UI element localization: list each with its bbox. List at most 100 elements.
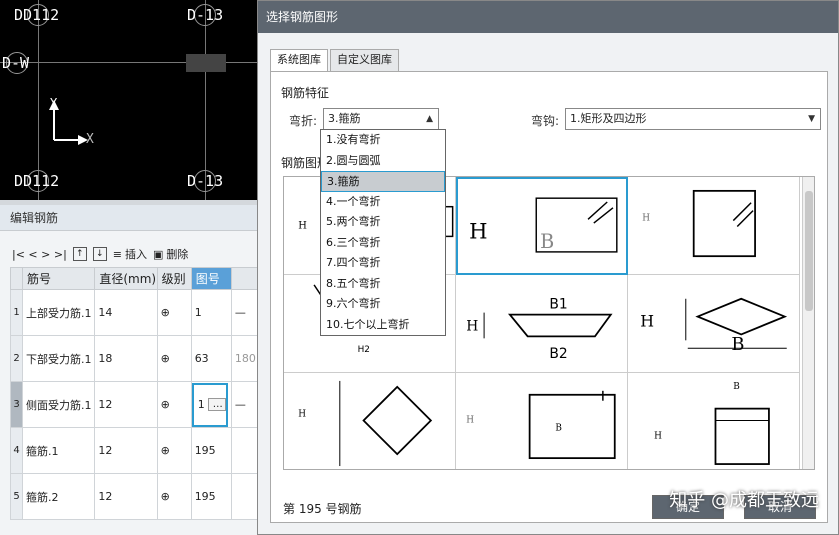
- chevron-down-icon: ▼: [808, 114, 815, 124]
- axis-label: DD112: [14, 6, 60, 24]
- figure-cell[interactable]: 195: [190, 427, 232, 474]
- select-rebar-shape-dialog: 选择钢筋图形 系统图库 自定义图库 钢筋特征 弯折: 3.箍筋 ▲ 弯钩: 1.…: [257, 0, 839, 535]
- shape-cell[interactable]: HB: [456, 373, 628, 469]
- table-row[interactable]: 2 下部受力筋.1 18 ⊕ 63 180: [9, 335, 263, 382]
- hook-label: 弯钩:: [531, 114, 560, 128]
- scroll-thumb[interactable]: [805, 191, 813, 311]
- record-nav-buttons[interactable]: |< < > >|: [12, 248, 67, 261]
- rebar-name-cell[interactable]: 上部受力筋.1: [22, 289, 96, 336]
- bend-dropdown-list[interactable]: 1.没有弯折 2.圆与圆弧 3.箍筋 4.一个弯折 5.两个弯折 6.三个弯折 …: [320, 129, 446, 336]
- rebar-name-cell[interactable]: 箍筋.2: [22, 473, 96, 520]
- column-header: 图号: [190, 267, 232, 290]
- grade-cell[interactable]: ⊕: [156, 289, 192, 336]
- insert-button[interactable]: ≡ 插入: [113, 246, 147, 262]
- dropdown-option[interactable]: 6.三个弯折: [321, 233, 445, 254]
- diameter-cell[interactable]: 18: [94, 335, 158, 382]
- axis-label: D-13: [187, 172, 224, 190]
- figure-cell[interactable]: 1: [190, 289, 232, 336]
- panel-title: 编辑钢筋: [0, 205, 261, 231]
- dropdown-option[interactable]: 5.两个弯折: [321, 212, 445, 233]
- shape-cell[interactable]: H: [284, 373, 456, 469]
- table-header-row: 筋号 直径(mm) 级别 图号: [9, 267, 263, 290]
- dropdown-option[interactable]: 7.四个弯折: [321, 253, 445, 274]
- diameter-cell[interactable]: 14: [94, 289, 158, 336]
- figure-cell[interactable]: 195: [190, 473, 232, 520]
- shape-label: B: [733, 382, 740, 392]
- table-row[interactable]: 5 箍筋.2 12 ⊕ 195: [9, 473, 263, 520]
- column-block: [186, 54, 226, 72]
- dropdown-option[interactable]: 1.没有弯折: [321, 130, 445, 151]
- table-row[interactable]: 1 上部受力筋.1 14 ⊕ 1 —: [9, 289, 263, 336]
- axis-label: D-W: [2, 54, 30, 72]
- dropdown-option[interactable]: 9.六个弯折: [321, 294, 445, 315]
- delete-button[interactable]: ▣ 删除: [153, 246, 188, 262]
- shape-label: B1: [549, 297, 567, 313]
- table-row[interactable]: 4 箍筋.1 12 ⊕ 195: [9, 427, 263, 474]
- rebar-table: 筋号 直径(mm) 级别 图号 1 上部受力筋.1 14 ⊕ 1 — 2 下部受…: [9, 267, 263, 520]
- shape-label: H2: [358, 345, 370, 355]
- insert-icon: ≡: [112, 247, 122, 261]
- grade-cell[interactable]: ⊕: [156, 335, 192, 382]
- shape-label: H: [298, 220, 307, 231]
- bend-label: 弯折:: [289, 114, 318, 128]
- dropdown-option-selected[interactable]: 3.箍筋: [321, 171, 445, 192]
- rebar-name-cell[interactable]: 侧面受力筋.1: [22, 381, 96, 428]
- rebar-name-cell[interactable]: 箍筋.1: [22, 427, 96, 474]
- tab-custom-library[interactable]: 自定义图库: [330, 49, 399, 71]
- shape-label: H: [469, 218, 487, 243]
- tab-strip: 系统图库 自定义图库: [270, 49, 401, 72]
- shape-label: H: [642, 214, 650, 224]
- edit-toolbar: |< < > >| ↑ ↓ ≡ 插入 ▣ 删除: [12, 243, 188, 265]
- status-text: 第 195 号钢筋: [283, 502, 362, 516]
- shape-label: B: [555, 423, 562, 433]
- cad-viewport[interactable]: DD112 D-13 D-W DD112 D-13 Y X: [0, 0, 257, 200]
- diameter-cell[interactable]: 12: [94, 427, 158, 474]
- column-header: 级别: [156, 267, 192, 290]
- shape-label: H: [640, 311, 654, 330]
- axis-y-label: Y: [50, 96, 58, 110]
- ellipsis-button[interactable]: …: [207, 398, 226, 411]
- shape-label: H: [466, 415, 474, 425]
- diameter-cell[interactable]: 12: [94, 473, 158, 520]
- shape-cell[interactable]: HB: [628, 275, 800, 373]
- axis-label: D-13: [187, 6, 224, 24]
- move-down-icon[interactable]: ↓: [92, 247, 107, 261]
- tab-system-library[interactable]: 系统图库: [270, 49, 328, 72]
- dropdown-option[interactable]: 2.圆与圆弧: [321, 151, 445, 172]
- shape-label: B2: [549, 346, 567, 362]
- move-up-icon[interactable]: ↑: [72, 247, 87, 261]
- shape-cell[interactable]: B1 H B2: [456, 275, 628, 373]
- figure-cell-editing[interactable]: 1…: [190, 381, 232, 428]
- bend-select[interactable]: 3.箍筋 ▲: [323, 108, 439, 130]
- diameter-cell[interactable]: 12: [94, 381, 158, 428]
- dropdown-option[interactable]: 4.一个弯折: [321, 192, 445, 213]
- feature-section-label: 钢筋特征: [281, 86, 330, 100]
- rebar-name-cell[interactable]: 下部受力筋.1: [22, 335, 96, 382]
- figure-editor[interactable]: 1…: [191, 382, 228, 427]
- axis-x-label: X: [86, 132, 94, 147]
- table-row[interactable]: 3 侧面受力筋.1 12 ⊕ 1… —: [9, 381, 263, 428]
- shape-grid-scrollbar[interactable]: [802, 177, 814, 469]
- watermark: 知乎 @成都王致远: [669, 490, 819, 511]
- grade-cell[interactable]: ⊕: [156, 473, 192, 520]
- shape-label: B: [731, 334, 744, 355]
- dropdown-option[interactable]: 10.七个以上弯折: [321, 315, 445, 336]
- delete-icon: ▣: [153, 247, 164, 261]
- axis-label: DD112: [14, 172, 60, 190]
- chevron-up-icon: ▲: [426, 114, 433, 124]
- edit-rebar-panel: 编辑钢筋 |< < > >| ↑ ↓ ≡ 插入 ▣ 删除 筋号 直径(mm) 级别 …: [0, 205, 263, 535]
- grade-cell[interactable]: ⊕: [156, 381, 192, 428]
- shape-label: H: [298, 410, 306, 420]
- column-header: 筋号: [22, 267, 96, 290]
- shape-cell[interactable]: H: [628, 177, 800, 275]
- grade-cell[interactable]: ⊕: [156, 427, 192, 474]
- shape-cell-selected[interactable]: HB: [456, 177, 628, 275]
- figure-cell[interactable]: 63: [190, 335, 232, 382]
- dropdown-option[interactable]: 8.五个弯折: [321, 274, 445, 295]
- shape-cell[interactable]: BH: [628, 373, 800, 469]
- shape-label: H: [466, 318, 478, 334]
- screen-root: DD112 D-13 D-W DD112 D-13 Y X 编辑钢筋 |< < …: [0, 0, 839, 535]
- column-header: 直径(mm): [94, 267, 158, 290]
- hook-select[interactable]: 1.矩形及四边形 ▼: [565, 108, 821, 130]
- shape-label: B: [540, 230, 554, 253]
